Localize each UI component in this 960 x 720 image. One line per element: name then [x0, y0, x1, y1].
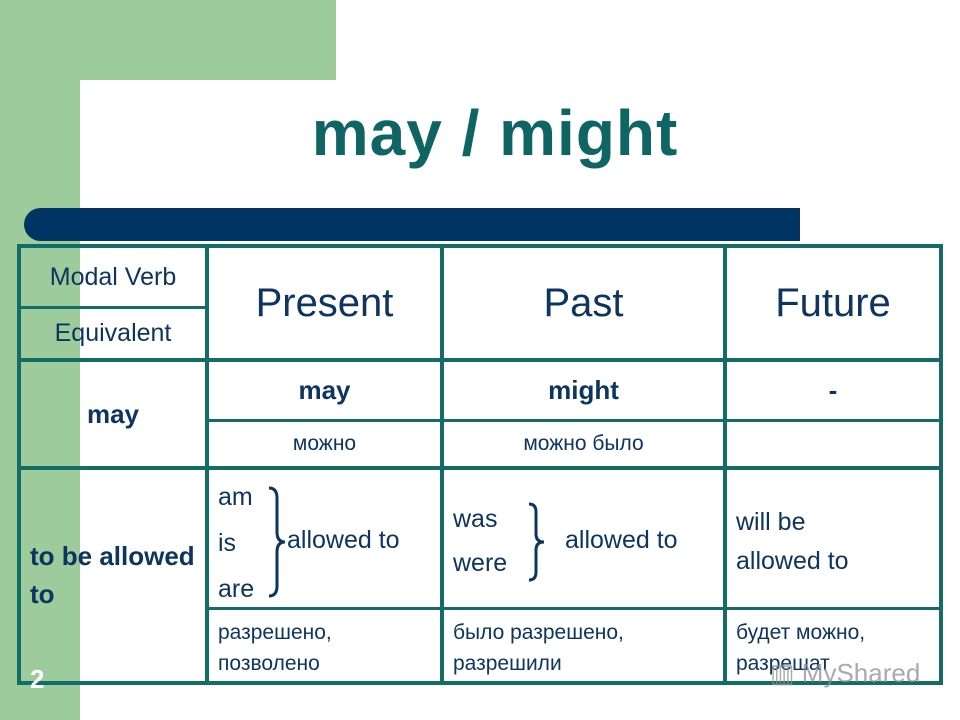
verb-are: are — [218, 575, 255, 603]
watermark: ▥ MyShared — [770, 658, 920, 689]
past-translation-line2: разрешили — [453, 652, 562, 675]
grid-line — [18, 466, 943, 470]
grid-line — [207, 607, 943, 610]
past-verbs: was were — [453, 500, 507, 588]
present-verbs: am is are — [218, 478, 254, 616]
may-present-form: may — [298, 375, 351, 405]
may-future-form: - — [828, 375, 838, 405]
watermark-logo-icon: ▥ — [770, 658, 802, 688]
present-translation-line2: позволено — [218, 652, 320, 675]
header-modal-verb: Modal Verb — [49, 262, 177, 291]
header-present: Present — [255, 280, 394, 325]
verb-were: were — [453, 549, 508, 577]
grid-line — [939, 244, 943, 685]
verb-am: am — [218, 483, 253, 511]
future-translation-line1: будет можно, — [736, 621, 866, 644]
present-translation-line1: разрешено, — [218, 621, 332, 644]
row-label-to-be-allowed-to: to be allowed to — [30, 541, 195, 609]
page-number: 2 — [30, 664, 45, 694]
may-past-translation: можно было — [523, 432, 644, 455]
watermark-text: MyShared — [801, 658, 921, 688]
slide-title: may / might — [311, 97, 679, 169]
header-equivalent: Equivalent — [54, 319, 172, 347]
future-form: will be allowed to — [736, 503, 849, 581]
past-allowed-to: allowed to — [565, 526, 678, 554]
may-future-translation — [727, 422, 939, 466]
verb-was: was — [453, 505, 498, 533]
present-translation: разрешено, позволено — [218, 617, 332, 679]
header-future: Future — [775, 280, 891, 325]
verb-is: is — [218, 529, 237, 557]
curly-brace-icon — [268, 486, 286, 598]
present-allowed-to: allowed to — [287, 526, 400, 554]
past-translation-line1: было разрешено, — [453, 621, 624, 644]
past-translation: было разрешено, разрешили — [453, 617, 624, 679]
may-past-form: might — [548, 375, 619, 405]
curly-brace-icon — [528, 502, 545, 582]
header-past: Past — [543, 280, 624, 325]
may-present-translation: можно — [292, 432, 357, 455]
future-line1: will be — [736, 508, 806, 536]
title-underline-bar — [24, 208, 800, 241]
row-label-may: may — [86, 398, 140, 429]
future-line2: allowed to — [736, 547, 849, 575]
